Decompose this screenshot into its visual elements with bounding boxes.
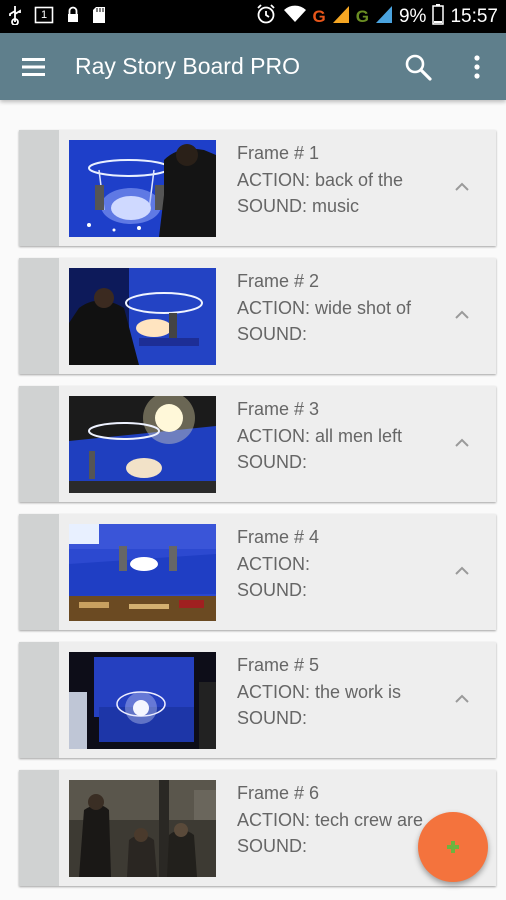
lock-icon [66, 5, 80, 30]
collapse-button[interactable] [448, 560, 476, 582]
frame-details-3: Frame # 3 ACTION: all men left SOUND: [237, 396, 449, 476]
drag-handle[interactable] [19, 770, 59, 886]
chevron-up-icon [455, 694, 469, 703]
status-bar: 1 G G 9% 15:57 [0, 0, 506, 33]
add-frame-button[interactable] [418, 812, 488, 882]
frame-list[interactable]: Frame # 1 ACTION: back of the SOUND: mus… [0, 100, 506, 900]
more-vert-icon [474, 55, 480, 79]
drag-handle[interactable] [19, 386, 59, 502]
battery-percent: 9% [398, 5, 427, 27]
search-button[interactable] [398, 47, 438, 87]
alarm-icon [255, 3, 277, 30]
hamburger-menu-icon [22, 58, 45, 76]
frame-thumbnail-6[interactable] [69, 780, 216, 877]
battery-icon [432, 3, 445, 30]
notification-badge-icon: 1 [34, 5, 54, 30]
frame-thumbnail-1[interactable] [69, 140, 216, 237]
frame-details-1: Frame # 1 ACTION: back of the SOUND: mus… [237, 140, 449, 220]
frame-title: Frame # 4 [237, 527, 320, 547]
frame-card-2[interactable]: Frame # 2 ACTION: wide shot of SOUND: [19, 258, 496, 374]
frame-card-1[interactable]: Frame # 1 ACTION: back of the SOUND: mus… [19, 130, 496, 246]
frame-title: Frame # 2 [237, 271, 320, 291]
clock: 15:57 [450, 5, 498, 27]
frame-card-5[interactable]: Frame # 5 ACTION: the work is SOUND: [19, 642, 496, 758]
frame-thumbnail-3[interactable] [69, 396, 216, 493]
frame-title: Frame # 3 [237, 399, 320, 419]
drag-handle[interactable] [19, 642, 59, 758]
frame-sound: SOUND: [237, 324, 308, 344]
chevron-up-icon [455, 566, 469, 575]
usb-icon [8, 5, 22, 30]
frame-action: ACTION: [237, 553, 311, 574]
status-notifications: 1 [8, 5, 106, 30]
app-title: Ray Story Board PRO [75, 53, 300, 79]
notification-badge-count: 1 [40, 8, 48, 21]
drag-handle[interactable] [19, 130, 59, 246]
frame-action: ACTION: the work is [237, 681, 402, 702]
overflow-menu-button[interactable] [457, 47, 497, 87]
collapse-button[interactable] [448, 176, 476, 198]
collapse-button[interactable] [448, 432, 476, 454]
search-icon [405, 54, 432, 81]
chevron-up-icon [455, 182, 469, 191]
drag-handle[interactable] [19, 514, 59, 630]
frame-details-2: Frame # 2 ACTION: wide shot of SOUND: [237, 268, 449, 348]
collapse-button[interactable] [448, 304, 476, 326]
sd-card-icon [92, 5, 106, 30]
chevron-up-icon [455, 438, 469, 447]
frame-thumbnail-4[interactable] [69, 524, 216, 621]
app-bar: Ray Story Board PRO [0, 33, 506, 100]
frame-title: Frame # 5 [237, 655, 320, 675]
signal-icon-1 [332, 4, 350, 29]
network-type-1: G [312, 6, 326, 26]
frame-thumbnail-2[interactable] [69, 268, 216, 365]
frame-card-3[interactable]: Frame # 3 ACTION: all men left SOUND: [19, 386, 496, 502]
frame-sound: SOUND: [237, 708, 308, 728]
frame-sound: SOUND: [237, 452, 308, 472]
collapse-button[interactable] [448, 688, 476, 710]
frame-action: ACTION: wide shot of [237, 297, 412, 318]
plus-icon [447, 841, 459, 853]
status-system: G G 9% 15:57 [255, 0, 498, 33]
drag-handle[interactable] [19, 258, 59, 374]
frame-details-4: Frame # 4 ACTION: SOUND: [237, 524, 449, 604]
chevron-up-icon [455, 310, 469, 319]
frame-details-5: Frame # 5 ACTION: the work is SOUND: [237, 652, 449, 732]
frame-title: Frame # 6 [237, 783, 320, 803]
network-type-2: G [355, 6, 369, 26]
wifi-icon [283, 4, 307, 29]
frame-sound: SOUND: music [237, 196, 360, 216]
frame-title: Frame # 1 [237, 143, 320, 163]
frame-sound: SOUND: [237, 580, 308, 600]
frame-card-4[interactable]: Frame # 4 ACTION: SOUND: [19, 514, 496, 630]
menu-button[interactable] [14, 47, 54, 87]
frame-thumbnail-5[interactable] [69, 652, 216, 749]
frame-action: ACTION: back of the [237, 169, 404, 190]
signal-icon-2 [375, 4, 393, 29]
frame-action: ACTION: all men left [237, 425, 403, 446]
